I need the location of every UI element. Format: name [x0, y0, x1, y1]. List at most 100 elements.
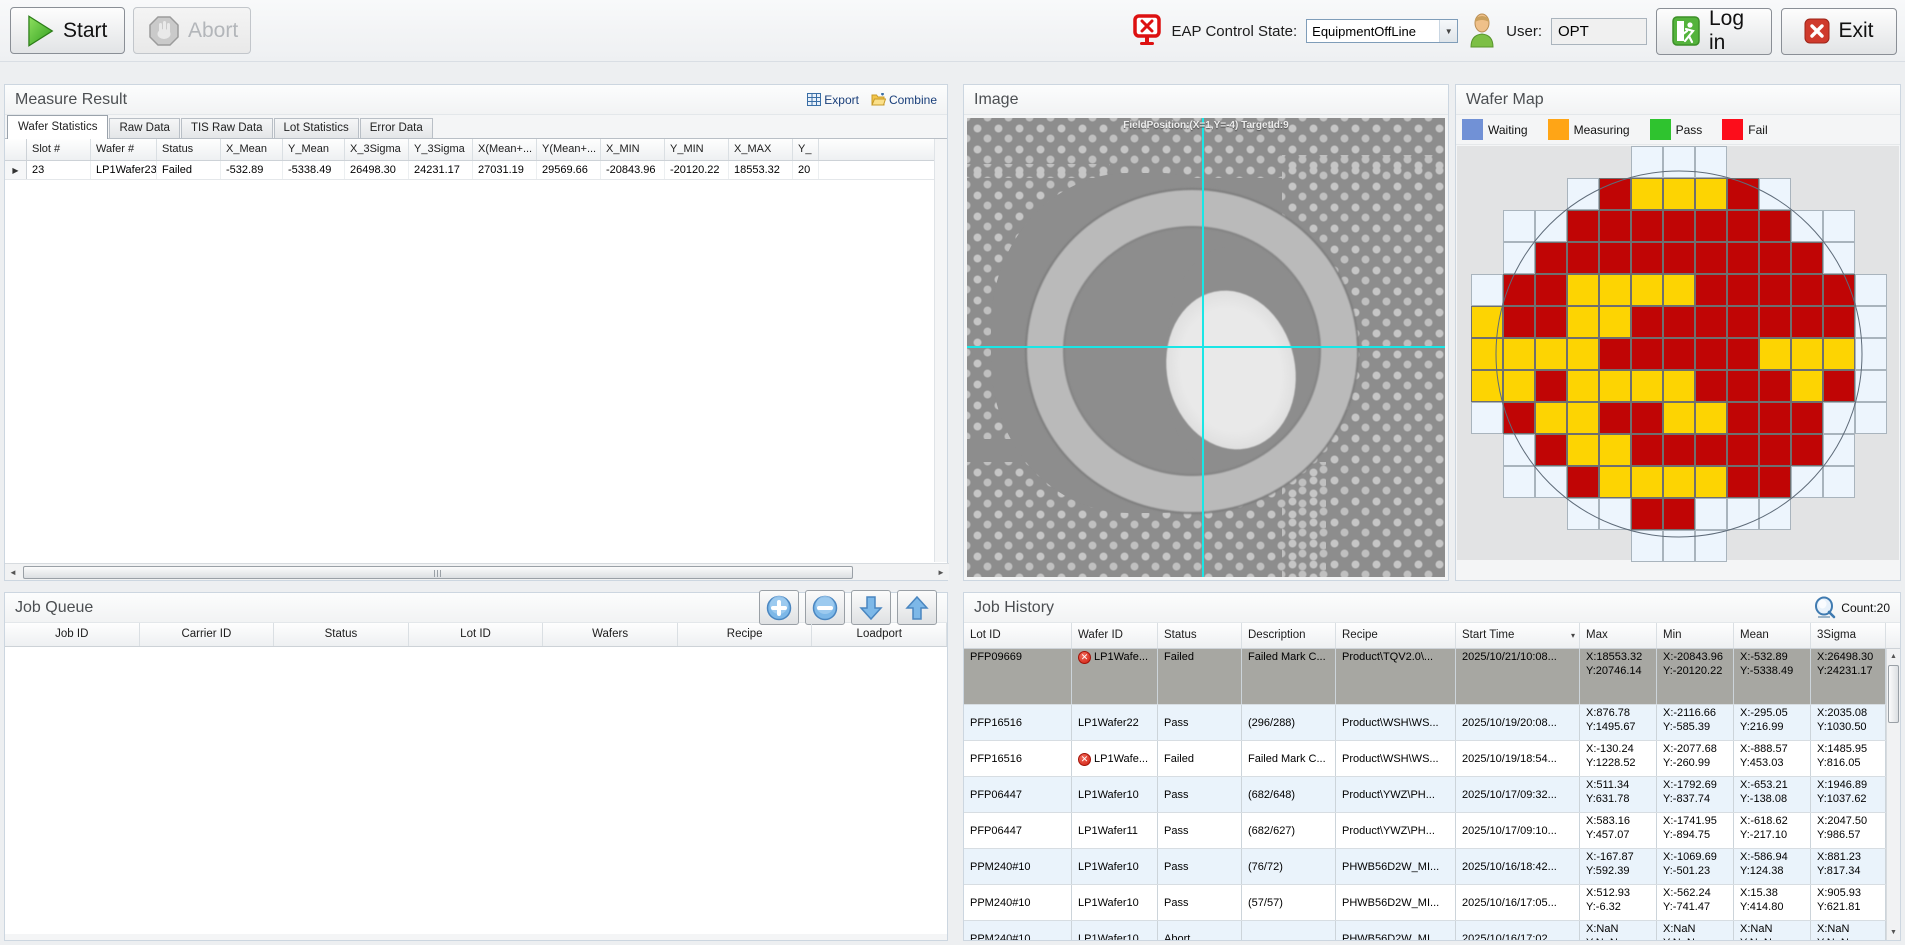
die-cell [1791, 338, 1823, 370]
die-cell [1759, 402, 1791, 434]
die-cell [1727, 242, 1759, 274]
column-header[interactable]: Recipe [678, 623, 813, 646]
start-button[interactable]: Start [10, 7, 125, 54]
column-header[interactable]: Lot ID [964, 623, 1072, 648]
column-header[interactable]: Status [1158, 623, 1242, 648]
column-header[interactable]: X_MIN [601, 139, 665, 160]
main-toolbar: Start Abort [0, 0, 1905, 62]
die-cell [1535, 434, 1567, 466]
column-header[interactable]: X_Mean [221, 139, 283, 160]
history-row[interactable]: PFP06447LP1Wafer11Pass(682/627)Product\Y… [964, 813, 1900, 849]
legend-label: Fail [1748, 123, 1767, 137]
column-header-label: Mean [1740, 629, 1769, 648]
history-vertical-scrollbar[interactable]: ▲ ▼ [1886, 649, 1900, 940]
empty-cell [1855, 178, 1887, 210]
die-cell [1695, 274, 1727, 306]
horizontal-scroll-thumb[interactable] [23, 566, 853, 579]
column-header[interactable]: X(Mean+... [473, 139, 537, 160]
user-name-field[interactable]: OPT [1551, 18, 1647, 45]
column-header[interactable]: Y_ [793, 139, 819, 160]
move-down-button[interactable] [851, 590, 891, 625]
die-cell [1599, 210, 1631, 242]
table-cell: X:-20843.96 Y:-20120.22 [1657, 649, 1734, 704]
column-header[interactable]: 3Sigma [1811, 623, 1886, 648]
column-header[interactable]: X_3Sigma [345, 139, 409, 160]
table-cell: -20843.96 [601, 161, 665, 179]
column-header[interactable]: Wafer # [91, 139, 157, 160]
tab-raw-data[interactable]: Raw Data [109, 118, 180, 138]
table-cell: PFP16516 [964, 741, 1072, 776]
legend-color-swatch [1462, 119, 1483, 140]
column-header[interactable]: Recipe [1336, 623, 1456, 648]
scroll-down-icon[interactable]: ▼ [1887, 925, 1900, 940]
table-cell: X:-1069.69 Y:-501.23 [1657, 849, 1734, 884]
eap-control-state-select[interactable]: EquipmentOffLine ▼ [1306, 19, 1458, 43]
column-header[interactable]: Carrier ID [140, 623, 275, 646]
table-cell: X:-1741.95 Y:-894.75 [1657, 813, 1734, 848]
column-header[interactable]: Start Time▾ [1456, 623, 1580, 648]
column-header[interactable]: Slot # [27, 139, 91, 160]
die-cell [1503, 242, 1535, 274]
exit-button[interactable]: Exit [1781, 8, 1897, 55]
column-header[interactable]: Status [157, 139, 221, 160]
measure-vertical-scrollbar[interactable] [934, 139, 947, 562]
column-header[interactable]: Job ID [5, 623, 140, 646]
column-header[interactable]: Status [274, 623, 409, 646]
die-cell [1855, 274, 1887, 306]
arrow-up-icon [905, 595, 929, 621]
export-button[interactable]: Export [807, 93, 859, 107]
remove-job-button[interactable] [805, 590, 845, 625]
history-row[interactable]: PFP09669✕LP1Wafe...FailedFailed Mark C..… [964, 649, 1900, 705]
column-header[interactable]: Description [1242, 623, 1336, 648]
column-header[interactable]: Max [1580, 623, 1657, 648]
tab-wafer-statistics[interactable]: Wafer Statistics [7, 115, 108, 139]
history-row[interactable]: PPM240#10LP1Wafer10Pass(57/57)PHWB56D2W_… [964, 885, 1900, 921]
scroll-up-icon[interactable]: ▲ [1887, 649, 1900, 664]
tab-lot-statistics[interactable]: Lot Statistics [274, 118, 359, 138]
column-header[interactable]: Y_Mean [283, 139, 345, 160]
table-row[interactable]: ▶23LP1Wafer23Failed-532.89-5338.4926498.… [5, 161, 947, 180]
combine-button[interactable]: Combine [871, 93, 937, 107]
legend-item-measuring: Measuring [1548, 119, 1630, 140]
login-button[interactable]: Log in [1656, 8, 1772, 55]
column-header[interactable]: Wafer ID [1072, 623, 1158, 648]
die-cell [1567, 498, 1599, 530]
die-cell [1567, 274, 1599, 306]
column-header[interactable]: Loadport [812, 623, 947, 646]
history-row[interactable]: PPM240#10LP1Wafer10Pass(76/72)PHWB56D2W_… [964, 849, 1900, 885]
history-row[interactable]: PFP16516LP1Wafer22Pass(296/288)Product\W… [964, 705, 1900, 741]
history-row[interactable]: PFP06447LP1Wafer10Pass(682/648)Product\Y… [964, 777, 1900, 813]
column-header[interactable]: Y_3Sigma [409, 139, 473, 160]
measure-horizontal-scrollbar[interactable]: ◄ ► [5, 563, 949, 580]
microscope-image[interactable]: FieldPosition:(X=1,Y=-4) TargetId:9 [967, 118, 1445, 577]
scroll-left-icon[interactable]: ◄ [5, 568, 21, 577]
column-header[interactable]: Mean [1734, 623, 1811, 648]
vertical-scroll-thumb[interactable] [1888, 665, 1899, 723]
column-header[interactable]: Y_MIN [665, 139, 729, 160]
history-row[interactable]: PFP16516✕LP1Wafe...FailedFailed Mark C..… [964, 741, 1900, 777]
column-header[interactable]: Wafers [543, 623, 678, 646]
die-cell [1759, 466, 1791, 498]
history-row[interactable]: PPM240#10LP1Wafer10AbortPHWB56D2W_MI...2… [964, 921, 1900, 940]
legend-item-pass: Pass [1650, 119, 1703, 140]
chevron-down-icon[interactable]: ▼ [1439, 20, 1457, 42]
job-history-body: PFP09669✕LP1Wafe...FailedFailed Mark C..… [964, 649, 1900, 940]
column-header[interactable]: X_MAX [729, 139, 793, 160]
die-cell [1791, 274, 1823, 306]
scroll-right-icon[interactable]: ► [933, 568, 949, 577]
move-up-button[interactable] [897, 590, 937, 625]
eap-control-state-label: EAP Control State: [1172, 23, 1298, 40]
column-header[interactable]: Lot ID [409, 623, 544, 646]
count-monitor-icon [1813, 596, 1837, 620]
column-header[interactable]: Y(Mean+... [537, 139, 601, 160]
column-header-label: Min [1663, 629, 1682, 648]
abort-button[interactable]: Abort [133, 7, 251, 54]
wafer-map-panel: Wafer Map WaitingMeasuringPassFail [1455, 84, 1901, 581]
column-header[interactable]: Min [1657, 623, 1734, 648]
table-cell: X:NaN Y:NaN [1734, 921, 1811, 940]
tab-error-data[interactable]: Error Data [360, 118, 433, 138]
die-cell [1535, 306, 1567, 338]
tab-tis-raw-data[interactable]: TIS Raw Data [181, 118, 273, 138]
table-cell: X:NaN Y:NaN [1811, 921, 1886, 940]
add-job-button[interactable] [759, 590, 799, 625]
